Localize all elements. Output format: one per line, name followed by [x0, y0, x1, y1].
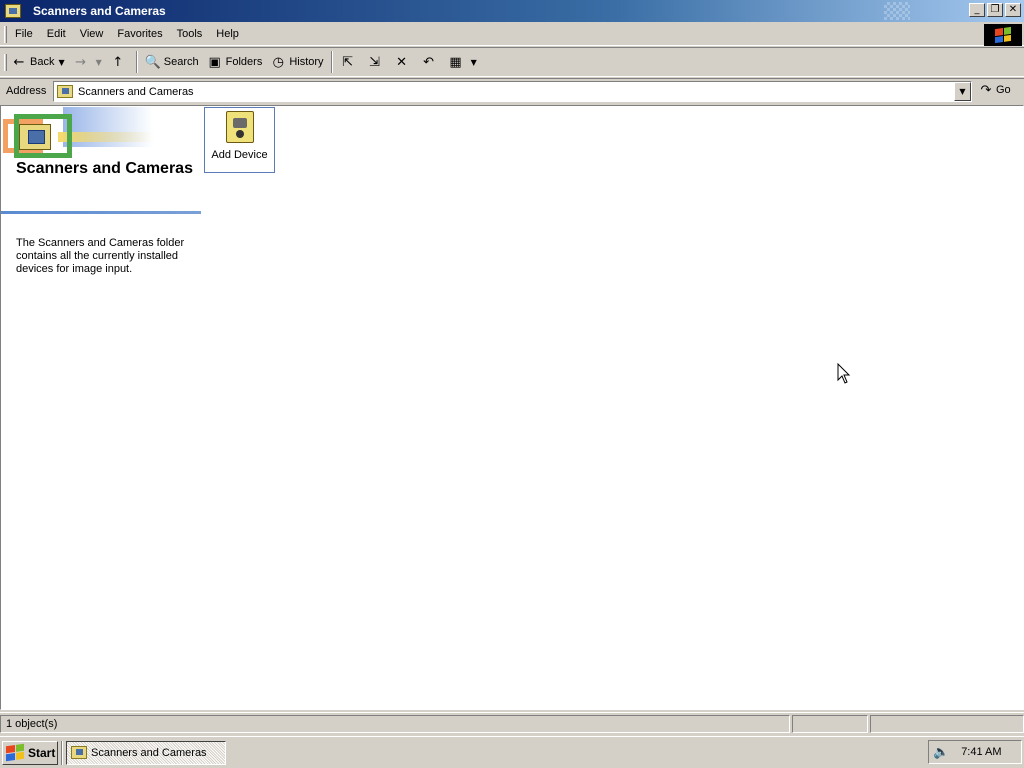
taskbar-window-button[interactable]: Scanners and Cameras — [66, 740, 226, 765]
add-device-item[interactable]: Add Device — [204, 107, 275, 173]
history-button[interactable]: ◷ History — [266, 50, 327, 74]
status-pane-zone — [870, 714, 1024, 733]
address-label: Address — [6, 85, 47, 97]
address-field[interactable]: Scanners and Cameras ▼ — [53, 81, 972, 102]
restore-button[interactable]: ❐ — [987, 3, 1003, 17]
system-tray: 🔈 7:41 AM — [928, 740, 1022, 764]
minimize-button[interactable]: _ — [969, 3, 985, 17]
taskbar-separator — [61, 740, 63, 765]
add-device-icon — [225, 111, 254, 143]
menu-help[interactable]: Help — [210, 28, 245, 40]
forward-button[interactable]: → ▼ — [69, 50, 106, 74]
status-pane-size — [792, 714, 868, 733]
scanners-cameras-large-icon — [19, 124, 51, 150]
delete-button[interactable]: ✕ — [390, 50, 417, 74]
address-value[interactable]: Scanners and Cameras — [78, 86, 194, 98]
folders-label: Folders — [225, 56, 263, 68]
menu-tools[interactable]: Tools — [171, 28, 209, 40]
move-to-icon: ⇱ — [342, 54, 354, 70]
back-dropdown-icon[interactable]: ▼ — [58, 58, 64, 67]
windows-flag-icon — [6, 743, 24, 762]
history-icon: ◷ — [272, 54, 284, 70]
toolbar-separator — [135, 51, 138, 73]
window-controls: _ ❐ ✕ — [969, 3, 1021, 17]
history-label: History — [289, 56, 324, 68]
panel-divider — [1, 211, 201, 214]
delete-icon: ✕ — [396, 54, 408, 70]
go-button[interactable]: ↷ Go — [978, 82, 1011, 98]
address-dropdown-button[interactable]: ▼ — [954, 82, 971, 101]
views-dropdown-icon[interactable]: ▼ — [471, 58, 477, 67]
search-label: Search — [163, 56, 199, 68]
folders-icon: ▣ — [208, 54, 221, 70]
search-icon: 🔍 — [144, 54, 161, 70]
undo-icon: ↶ — [423, 54, 435, 70]
folders-button[interactable]: ▣ Folders — [203, 50, 267, 74]
address-bar: Address Scanners and Cameras ▼ ↷ Go — [0, 78, 1024, 103]
scanners-cameras-icon — [5, 4, 21, 18]
title-bar-decoration — [884, 2, 910, 20]
add-device-label: Add Device — [211, 149, 268, 161]
menu-bar: File Edit View Favorites Tools Help — [0, 23, 1024, 46]
back-button[interactable]: ← Back ▼ — [7, 50, 69, 74]
panel-description: The Scanners and Cameras folder contains… — [16, 237, 185, 275]
standard-toolbar: ← Back ▼ → ▼ ↑ 🔍 Search ▣ Folders ◷ Hist… — [0, 47, 1024, 77]
start-label: Start — [28, 745, 56, 760]
start-button[interactable]: Start — [2, 740, 58, 765]
back-label: Back — [30, 56, 55, 68]
status-bar: 1 object(s) — [0, 712, 1024, 734]
search-button[interactable]: 🔍 Search — [141, 50, 203, 74]
clock[interactable]: 7:41 AM — [961, 746, 1001, 758]
close-button[interactable]: ✕ — [1005, 3, 1021, 17]
views-button[interactable]: ▦ ▼ — [444, 50, 481, 74]
title-bar[interactable]: Scanners and Cameras _ ❐ ✕ — [0, 0, 1024, 22]
up-button[interactable]: ↑ — [106, 50, 133, 74]
back-arrow-icon: ← — [13, 54, 25, 70]
menu-view[interactable]: View — [74, 28, 110, 40]
forward-arrow-icon: → — [75, 54, 87, 70]
toolbar-separator — [330, 51, 333, 73]
views-icon: ▦ — [449, 54, 462, 70]
undo-button[interactable]: ↶ — [417, 50, 444, 74]
menu-favorites[interactable]: Favorites — [111, 28, 168, 40]
volume-icon[interactable]: 🔈 — [933, 745, 949, 760]
scanners-cameras-folder-icon — [57, 85, 73, 98]
status-object-count: 1 object(s) — [0, 714, 790, 733]
menu-grip[interactable] — [4, 25, 7, 43]
forward-dropdown-icon[interactable]: ▼ — [96, 58, 102, 67]
folder-view[interactable]: Scanners and Cameras The Scanners and Ca… — [0, 105, 1024, 710]
scanners-cameras-task-icon — [71, 746, 87, 759]
windows-logo-icon — [984, 24, 1022, 46]
move-to-button[interactable]: ⇱ — [336, 50, 363, 74]
go-arrow-icon: ↷ — [980, 82, 992, 98]
menu-edit[interactable]: Edit — [41, 28, 72, 40]
taskbar-window-label: Scanners and Cameras — [91, 746, 207, 759]
menu-file[interactable]: File — [9, 28, 39, 40]
taskbar: Start Scanners and Cameras 🔈 7:41 AM — [0, 736, 1024, 768]
panel-title: Scanners and Cameras — [16, 160, 193, 177]
mouse-pointer-icon — [837, 363, 851, 384]
go-label: Go — [996, 84, 1011, 96]
window-title: Scanners and Cameras — [33, 4, 166, 18]
copy-to-icon: ⇲ — [369, 54, 381, 70]
up-folder-icon: ↑ — [112, 54, 124, 70]
copy-to-button[interactable]: ⇲ — [363, 50, 390, 74]
